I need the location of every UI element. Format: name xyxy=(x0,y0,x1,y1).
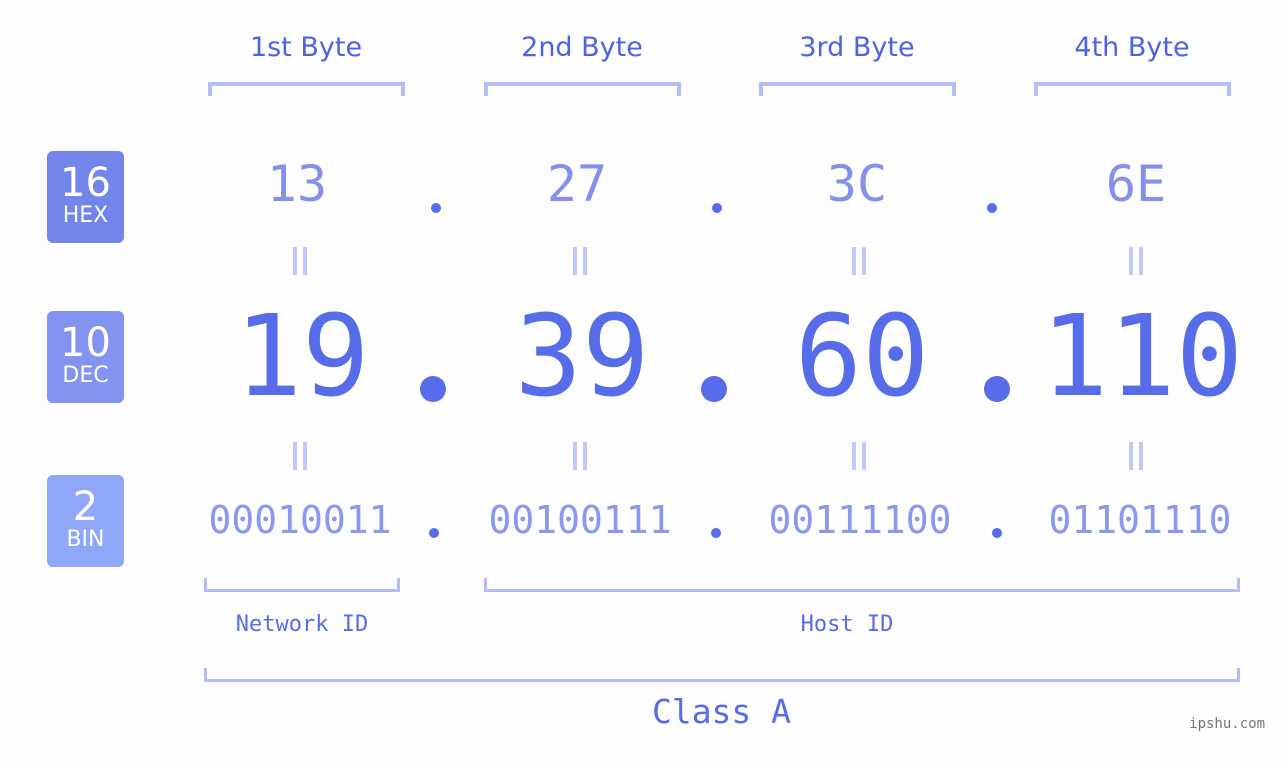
byte-bracket-3 xyxy=(759,82,956,96)
equals-icon xyxy=(1129,247,1143,275)
byte-header-2: 2nd Byte xyxy=(521,32,643,63)
hex-separator-dot xyxy=(712,203,722,213)
hex-badge-label: HEX xyxy=(62,203,109,228)
hex-separator-dot xyxy=(431,203,441,213)
hex-badge-number: 16 xyxy=(60,160,111,206)
byte-bracket-4 xyxy=(1034,82,1231,96)
bin-value-2: 00100111 xyxy=(488,498,672,542)
bin-separator-dot xyxy=(992,528,1002,538)
hex-separator-dot xyxy=(987,203,997,213)
dec-separator-dot xyxy=(984,376,1010,402)
byte-header-3: 3rd Byte xyxy=(799,32,915,63)
class-bracket xyxy=(204,668,1240,682)
dec-value-3: 60 xyxy=(794,292,930,422)
hex-value-3: 3C xyxy=(826,155,888,213)
byte-bracket-2 xyxy=(484,82,681,96)
byte-header-1: 1st Byte xyxy=(249,32,363,63)
hex-value-1: 13 xyxy=(266,155,328,213)
bin-separator-dot xyxy=(429,528,439,538)
host-id-bracket xyxy=(484,578,1240,592)
equals-icon xyxy=(852,247,866,275)
host-id-label: Host ID xyxy=(800,612,894,637)
equals-icon xyxy=(1129,442,1143,470)
dec-value-2: 39 xyxy=(514,292,650,422)
equals-icon xyxy=(293,442,307,470)
bin-value-4: 01101110 xyxy=(1048,498,1232,542)
dec-separator-dot xyxy=(701,376,727,402)
hex-badge: 16 HEX xyxy=(47,151,124,243)
hex-value-4: 6E xyxy=(1105,155,1167,213)
bin-value-1: 00010011 xyxy=(208,498,392,542)
dec-badge-label: DEC xyxy=(62,363,109,388)
bin-badge-number: 2 xyxy=(72,484,99,530)
equals-icon xyxy=(293,247,307,275)
byte-header-4: 4th Byte xyxy=(1074,32,1190,63)
watermark: ipshu.com xyxy=(1189,716,1265,732)
dec-badge: 10 DEC xyxy=(47,311,124,403)
equals-icon xyxy=(573,442,587,470)
bin-separator-dot xyxy=(711,528,721,538)
dec-value-4: 110 xyxy=(1040,292,1244,422)
class-label: Class A xyxy=(651,692,792,731)
dec-value-1: 19 xyxy=(234,292,370,422)
hex-value-2: 27 xyxy=(546,155,608,213)
bin-badge-label: BIN xyxy=(66,527,105,552)
equals-icon xyxy=(852,442,866,470)
byte-bracket-1 xyxy=(208,82,405,96)
dec-badge-number: 10 xyxy=(60,320,111,366)
dec-separator-dot xyxy=(420,376,446,402)
bin-badge: 2 BIN xyxy=(47,475,124,567)
bin-value-3: 00111100 xyxy=(768,498,952,542)
network-id-bracket xyxy=(204,578,400,592)
equals-icon xyxy=(573,247,587,275)
network-id-label: Network ID xyxy=(235,612,369,637)
